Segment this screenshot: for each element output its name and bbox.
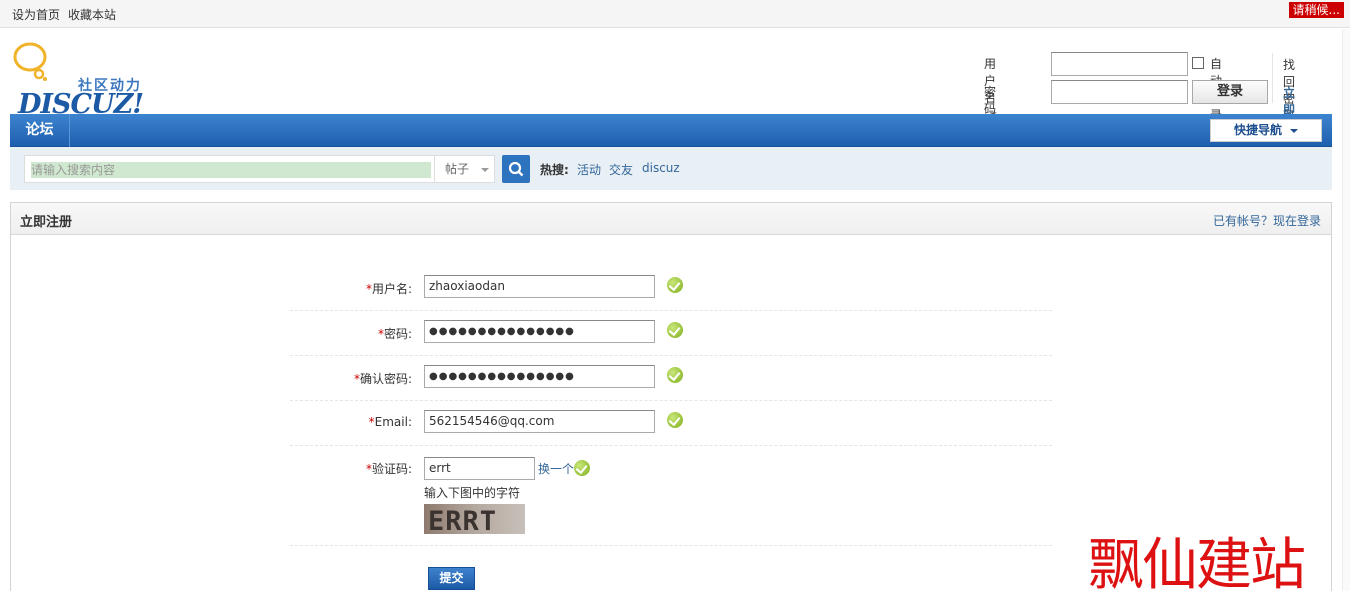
email-field[interactable]: 562154546@qq.com (424, 410, 655, 433)
login-button[interactable]: 登录 (1192, 80, 1268, 104)
password-label: 密码 (984, 85, 997, 116)
page-title: 立即注册 (20, 215, 73, 230)
chevron-down-icon (1290, 128, 1298, 133)
search-placeholder: 请输入搜索内容 (31, 162, 431, 178)
captcha-label-text: 验证码: (371, 462, 412, 476)
username-label-text: 用户名: (371, 282, 412, 296)
captcha-refresh-link[interactable]: 换一个 (538, 460, 574, 477)
search-input[interactable]: 请输入搜索内容 (24, 155, 436, 183)
top-bar: 设为首页 收藏本站 请稍候... (0, 0, 1350, 28)
captcha-hint: 输入下图中的字符 (424, 486, 521, 500)
site-header: 社区动力 DISCUZ! 用户名 密码 自动登录 登录 找回密码 立即注册 (0, 29, 1350, 151)
confirm-password-label-text: 确认密码: (359, 372, 412, 386)
quick-nav-label: 快捷导航 (1233, 123, 1282, 137)
check-ok-icon (574, 460, 590, 476)
header-username-input[interactable] (1051, 52, 1188, 76)
captcha-field-label: *验证码: (272, 460, 412, 477)
hot-search-label: 热搜: (540, 163, 569, 177)
row-divider (290, 355, 1052, 356)
nav-item-forum[interactable]: 论坛 (10, 114, 70, 147)
quick-nav-button[interactable]: 快捷导航 (1210, 119, 1322, 142)
register-panel-header: 立即注册 已有帐号？现在登录 (11, 203, 1331, 235)
header-password-input[interactable] (1051, 80, 1188, 104)
captcha-image-text: ERRT (428, 506, 497, 534)
password-label-text: 密码: (383, 327, 412, 341)
search-type-label: 帖子 (445, 162, 470, 176)
username-field[interactable]: zhaoxiaodan (424, 275, 655, 298)
password-field-label: *密码: (272, 325, 412, 342)
search-type-select[interactable]: 帖子 (434, 155, 495, 183)
site-logo[interactable]: 社区动力 DISCUZ! (8, 41, 148, 120)
scrollbar[interactable] (1342, 29, 1350, 591)
row-divider (290, 310, 1052, 311)
auto-login-checkbox[interactable] (1192, 57, 1204, 69)
loading-badge: 请稍候... (1288, 2, 1344, 18)
captcha-image-graphic: ERRT (428, 506, 497, 534)
main-nav: 论坛 快捷导航 (10, 114, 1332, 147)
check-ok-icon (667, 277, 683, 293)
confirm-password-field-label: *确认密码: (272, 370, 412, 387)
header-divider (1272, 53, 1273, 103)
check-ok-icon (667, 412, 683, 428)
watermark: 飘仙建站 (1088, 533, 1306, 591)
search-bar: 请输入搜索内容 帖子 热搜: 活动 交友 discuz (10, 147, 1332, 190)
set-homepage-link[interactable]: 设为首页 (12, 6, 60, 23)
chevron-down-icon (481, 167, 490, 172)
username-field-label: *用户名: (272, 280, 412, 297)
row-divider (290, 445, 1052, 446)
speech-bubble-logo-icon (13, 42, 47, 81)
search-icon (508, 161, 524, 177)
submit-button[interactable]: 提交 (428, 567, 475, 590)
search-button[interactable] (502, 155, 530, 183)
row-divider (290, 545, 1052, 546)
check-ok-icon (667, 367, 683, 383)
email-label-text: Email: (374, 415, 412, 429)
hot-search-item[interactable]: 活动 (577, 161, 601, 178)
email-field-label: *Email: (272, 415, 412, 429)
check-ok-icon (667, 322, 683, 338)
login-now-link[interactable]: 已有帐号？现在登录 (1213, 212, 1321, 229)
captcha-field[interactable]: errt (424, 457, 535, 480)
captcha-image[interactable]: ERRT (424, 504, 525, 534)
bookmark-site-link[interactable]: 收藏本站 (68, 6, 116, 23)
hot-search-item[interactable]: discuz (642, 161, 680, 175)
password-field[interactable]: ●●●●●●●●●●●●●●● (424, 320, 655, 343)
row-divider (290, 400, 1052, 401)
confirm-password-field[interactable]: ●●●●●●●●●●●●●●● (424, 365, 655, 388)
hot-search-item[interactable]: 交友 (609, 161, 633, 178)
